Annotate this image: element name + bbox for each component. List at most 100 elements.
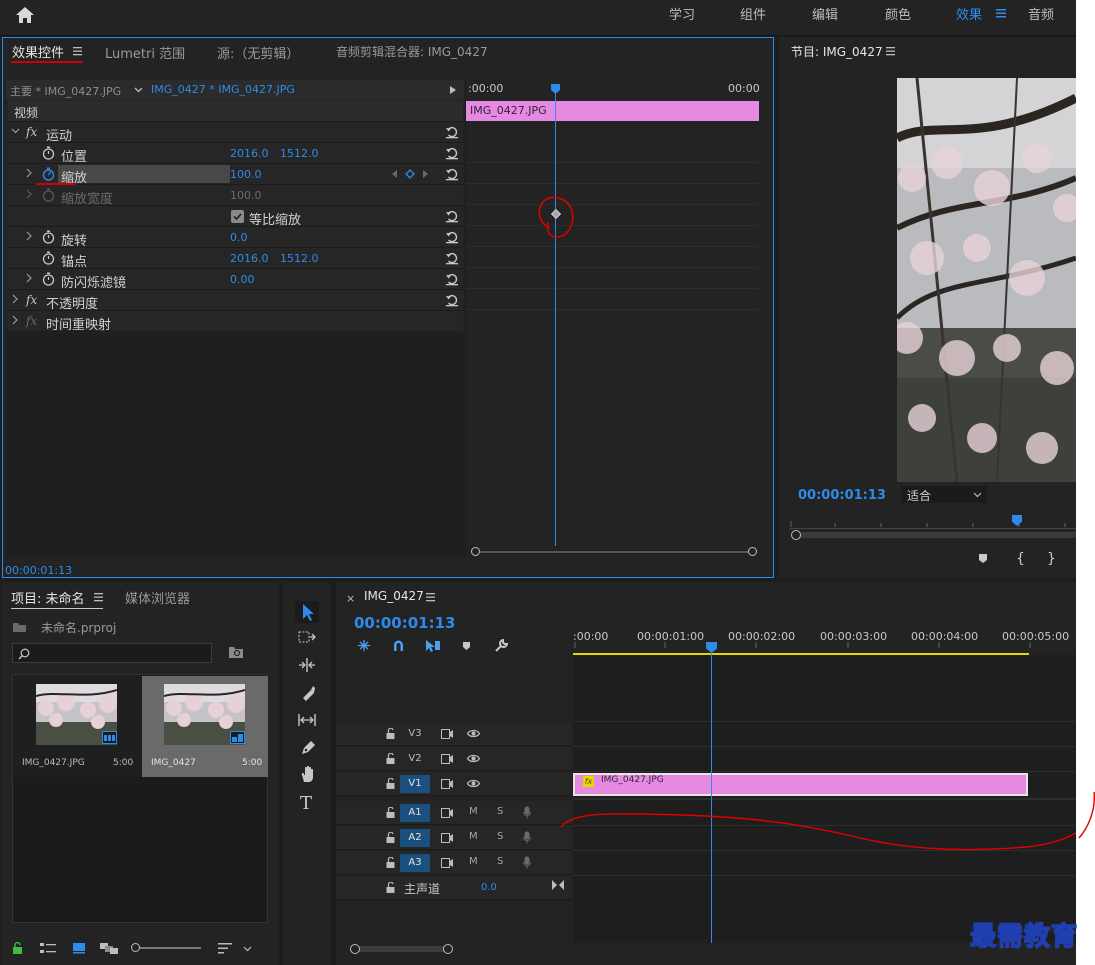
prev-keyframe-icon[interactable] — [392, 170, 398, 178]
hand-tool[interactable] — [300, 765, 316, 783]
position-y-value[interactable]: 1512.0 — [280, 147, 319, 160]
solo-button[interactable]: S — [497, 806, 503, 817]
ec-clip-bar[interactable]: IMG_0427.JPG — [466, 101, 759, 121]
reset-icon[interactable] — [445, 230, 459, 244]
reset-icon[interactable] — [445, 125, 459, 139]
stopwatch-icon[interactable] — [42, 251, 55, 265]
selection-tool[interactable] — [295, 601, 319, 623]
position-x-value[interactable]: 2016.0 — [230, 147, 269, 160]
next-keyframe-icon[interactable] — [423, 170, 429, 178]
project-item-selected[interactable]: IMG_0427 5:00 — [142, 676, 268, 777]
effect-opacity[interactable]: fx 不透明度 — [8, 290, 463, 312]
chevron-down-icon[interactable] — [11, 128, 20, 138]
lock-icon[interactable] — [386, 728, 395, 739]
track-select-tool[interactable] — [298, 630, 316, 644]
mute-button[interactable]: M — [469, 856, 478, 867]
slip-tool[interactable] — [298, 713, 316, 727]
list-view-icon[interactable] — [40, 943, 56, 954]
microphone-icon[interactable] — [523, 856, 531, 869]
reset-icon[interactable] — [445, 146, 459, 160]
mute-button[interactable]: M — [469, 806, 478, 817]
tab-media-browser[interactable]: 媒体浏览器 — [125, 588, 190, 607]
track-target[interactable]: V3 — [400, 725, 430, 743]
close-icon[interactable]: × — [346, 592, 355, 605]
track-target-active[interactable]: A3 — [400, 854, 430, 872]
sync-lock-icon[interactable] — [441, 779, 453, 789]
add-marker-icon[interactable] — [978, 553, 988, 564]
effect-controls-timecode[interactable]: 00:00:01:13 — [5, 564, 72, 577]
stopwatch-icon[interactable] — [42, 272, 55, 286]
effect-time-remap[interactable]: fx 时间重映射 — [8, 311, 463, 333]
reset-icon[interactable] — [445, 251, 459, 265]
sync-lock-icon[interactable] — [441, 808, 453, 818]
lock-icon[interactable] — [12, 942, 23, 954]
anchor-y-value[interactable]: 1512.0 — [280, 252, 319, 265]
play-triangle-icon[interactable] — [449, 85, 457, 95]
solo-button[interactable]: S — [497, 831, 503, 842]
tab-lumetri-scopes[interactable]: Lumetri 范围 — [105, 43, 185, 62]
nest-icon[interactable] — [357, 639, 371, 652]
tab-source[interactable]: 源:（无剪辑） — [217, 43, 299, 62]
tab-sequence[interactable]: IMG_0427 — [364, 589, 424, 603]
program-zoom-scrollbar[interactable] — [791, 530, 1076, 540]
mark-out-icon[interactable]: } — [1047, 551, 1056, 567]
stopwatch-active-icon[interactable] — [42, 167, 55, 181]
home-icon[interactable] — [15, 6, 35, 24]
program-video-frame[interactable] — [897, 78, 1076, 482]
reset-icon[interactable] — [445, 272, 459, 286]
lock-icon[interactable] — [386, 882, 395, 893]
project-item[interactable]: IMG_0427.JPG 5:00 — [14, 676, 141, 777]
ec-horizontal-scrollbar[interactable] — [471, 547, 757, 557]
freeform-view-icon[interactable] — [100, 943, 118, 954]
rotation-value[interactable]: 0.0 — [230, 231, 248, 244]
sync-lock-icon[interactable] — [441, 754, 453, 764]
reset-icon[interactable] — [445, 293, 459, 307]
panel-menu-icon[interactable] — [426, 593, 435, 602]
workspace-effects[interactable]: 效果 — [956, 4, 982, 23]
solo-button[interactable]: S — [497, 856, 503, 867]
effect-motion[interactable]: fx 运动 — [8, 122, 463, 144]
chevron-right-icon[interactable] — [25, 231, 33, 241]
mark-in-icon[interactable]: { — [1016, 551, 1025, 567]
track-target-active[interactable]: A2 — [400, 829, 430, 847]
tab-effect-controls[interactable]: 效果控件 — [12, 42, 64, 61]
timeline-timecode[interactable]: 00:00:01:13 — [354, 614, 456, 632]
tab-project[interactable]: 项目: 未命名 — [11, 588, 85, 607]
lock-icon[interactable] — [386, 753, 395, 764]
icon-view-icon[interactable] — [73, 943, 85, 954]
zoom-slider[interactable] — [131, 943, 201, 953]
stopwatch-icon[interactable] — [42, 230, 55, 244]
workspace-editing[interactable]: 编辑 — [812, 4, 838, 23]
panel-menu-icon[interactable] — [94, 593, 103, 602]
go-to-end-icon[interactable] — [552, 880, 564, 890]
ec-playhead-handle[interactable] — [551, 84, 560, 94]
lock-icon[interactable] — [386, 778, 395, 789]
add-marker-icon[interactable] — [462, 641, 471, 651]
ripple-edit-tool[interactable] — [298, 658, 316, 672]
tab-audio-clip-mixer[interactable]: 音频剪辑混合器: IMG_0427 — [336, 43, 488, 60]
panel-menu-icon[interactable] — [886, 47, 895, 56]
program-monitor-title[interactable]: 节目: IMG_0427 — [791, 43, 883, 60]
chevron-right-icon[interactable] — [11, 294, 19, 304]
sync-lock-icon[interactable] — [441, 729, 453, 739]
lock-icon[interactable] — [386, 832, 395, 843]
snap-magnet-icon[interactable] — [392, 639, 405, 652]
sync-lock-icon[interactable] — [441, 858, 453, 868]
new-search-bin-icon[interactable] — [228, 645, 244, 659]
stopwatch-icon[interactable] — [42, 146, 55, 160]
antiflicker-value[interactable]: 0.00 — [230, 273, 255, 286]
microphone-icon[interactable] — [523, 806, 531, 819]
sync-lock-icon[interactable] — [441, 833, 453, 843]
lock-icon[interactable] — [386, 857, 395, 868]
razor-tool[interactable] — [300, 685, 316, 701]
program-ruler[interactable] — [789, 515, 1076, 529]
eye-icon[interactable] — [467, 729, 480, 738]
wrench-icon[interactable] — [494, 639, 508, 653]
panel-menu-icon[interactable] — [73, 47, 82, 56]
track-target-active[interactable]: A1 — [400, 804, 430, 822]
workspace-learn[interactable]: 学习 — [669, 4, 695, 23]
pen-tool[interactable] — [300, 740, 316, 756]
reset-icon[interactable] — [445, 209, 459, 223]
chevron-right-icon[interactable] — [11, 315, 19, 325]
project-search-input[interactable] — [12, 643, 212, 663]
